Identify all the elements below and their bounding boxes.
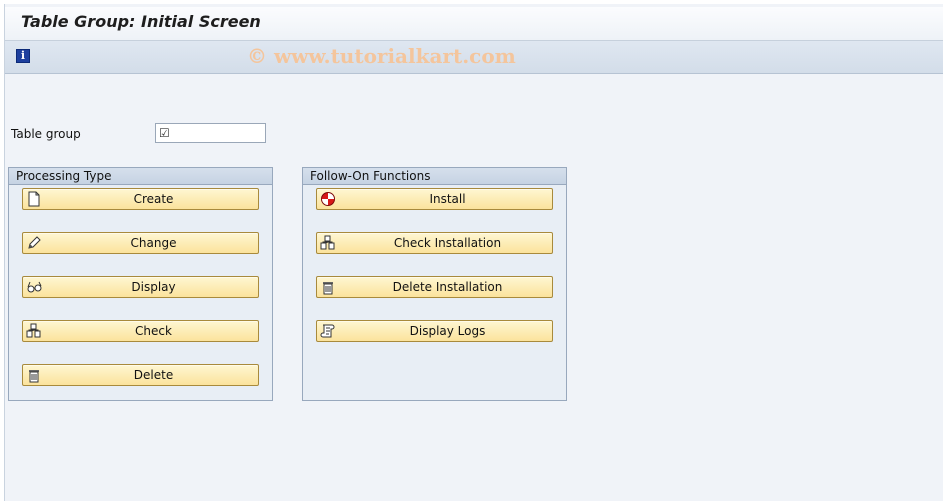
information-icon[interactable]: i xyxy=(16,49,30,63)
follow-on-functions-title: Follow-On Functions xyxy=(303,168,566,185)
table-group-label: Table group xyxy=(11,127,81,141)
check-installation-button[interactable]: Check Installation xyxy=(316,232,553,254)
title-bar: Table Group: Initial Screen xyxy=(5,7,943,41)
application-toolbar: i © www.tutorialkart.com xyxy=(5,41,943,74)
check-structure-icon xyxy=(320,235,336,251)
check-structure-icon xyxy=(26,323,42,339)
watermark: © www.tutorialkart.com xyxy=(247,44,516,68)
glasses-icon xyxy=(26,279,42,295)
required-entry-icon: ☑ xyxy=(159,126,170,140)
sap-window: Table Group: Initial Screen i © www.tuto… xyxy=(4,4,943,501)
follow-on-functions-group: Follow-On Functions Install Check Instal… xyxy=(302,167,567,401)
change-button[interactable]: Change xyxy=(22,232,259,254)
new-document-icon xyxy=(26,191,42,207)
check-button[interactable]: Check xyxy=(22,320,259,342)
install-icon xyxy=(320,191,336,207)
create-button[interactable]: Create xyxy=(22,188,259,210)
pencil-icon xyxy=(26,235,42,251)
display-button[interactable]: Display xyxy=(22,276,259,298)
display-logs-button[interactable]: Display Logs xyxy=(316,320,553,342)
processing-type-group: Processing Type Create Change Display Ch… xyxy=(8,167,273,401)
processing-type-title: Processing Type xyxy=(9,168,272,185)
screen-title: Table Group: Initial Screen xyxy=(21,12,261,31)
trash-icon xyxy=(320,279,336,295)
trash-icon xyxy=(26,367,42,383)
delete-button[interactable]: Delete xyxy=(22,364,259,386)
install-button[interactable]: Install xyxy=(316,188,553,210)
table-group-input[interactable]: ☑ xyxy=(155,123,266,143)
log-scroll-icon xyxy=(320,323,336,339)
delete-installation-button[interactable]: Delete Installation xyxy=(316,276,553,298)
